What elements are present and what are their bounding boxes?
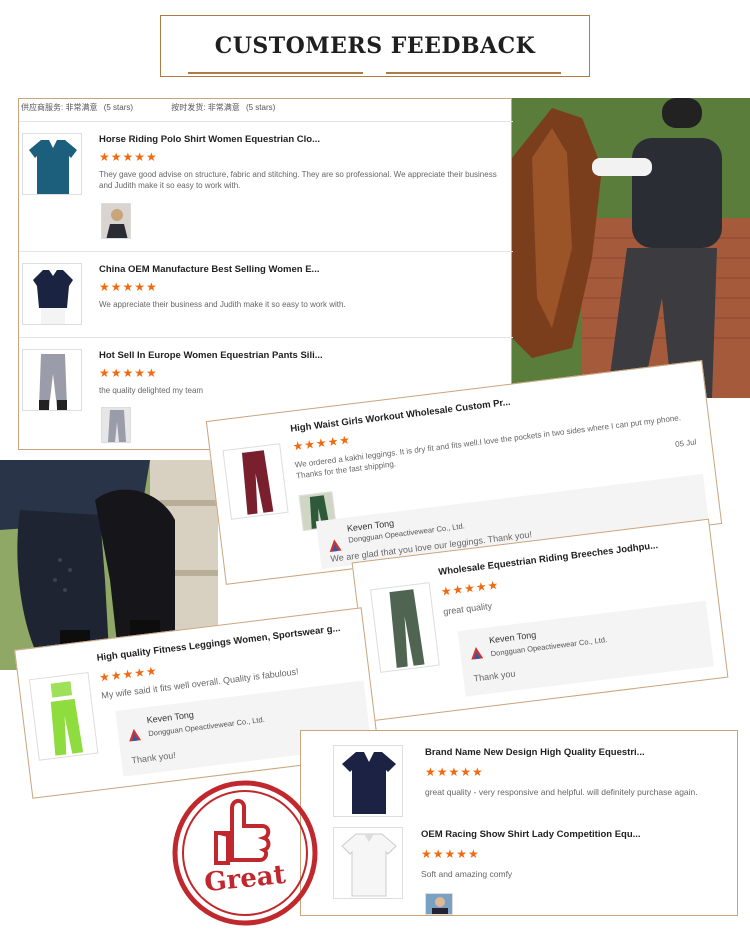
supplier-logo-icon [126,726,144,744]
review-text: They gave good advise on structure, fabr… [99,170,497,190]
review-date: 05 Jul [674,437,697,450]
star-rating: ★★★★★ [99,280,158,294]
supplier-rating-stars: (5 stars) [103,103,134,112]
delivery-rating: 按时发货: 非常满意 [171,103,240,112]
product-thumbnail[interactable] [222,443,289,520]
page-title: CUSTOMERS FEEDBACK [214,33,536,59]
star-rating: ★★★★★ [421,847,480,861]
divider [19,337,513,338]
photo-rider-horse [512,98,750,398]
product-thumbnail[interactable] [370,582,440,673]
star-rating: ★★★★★ [99,366,158,380]
reply-author: Keven Tong [488,629,537,646]
product-thumbnail[interactable] [22,133,82,195]
product-thumbnail[interactable] [22,263,82,325]
review-photo[interactable] [101,203,131,239]
product-title[interactable]: OEM Racing Show Shirt Lady Competition E… [421,829,721,840]
supplier-rating: 供应商服务: 非常满意 [21,103,98,112]
header-underline-left [188,72,363,74]
product-thumbnail[interactable] [28,672,99,761]
review-text: We appreciate their business and Judith … [99,300,346,309]
rating-summary: 供应商服务: 非常满意 (5 stars) 按时发货: 非常满意 (5 star… [21,102,501,114]
product-title[interactable]: China OEM Manufacture Best Selling Women… [99,264,499,275]
product-thumbnail[interactable] [22,349,82,411]
product-thumbnail[interactable] [333,827,403,899]
product-title[interactable]: Brand Name New Design High Quality Eques… [425,747,725,758]
delivery-rating-stars: (5 stars) [245,103,276,112]
supplier-reply: Keven Tong Dongguan Opeactivewear Co., L… [457,600,714,697]
star-rating: ★★★★★ [425,765,484,779]
great-stamp: Great [170,778,320,928]
product-title[interactable]: Hot Sell In Europe Women Equestrian Pant… [99,350,499,361]
product-title[interactable]: Horse Riding Polo Shirt Women Equestrian… [99,134,499,145]
review-text: great quality - very responsive and help… [425,787,698,797]
review-card-5: Brand Name New Design High Quality Eques… [300,730,738,916]
reply-text: Thank you! [130,750,177,766]
product-thumbnail[interactable] [333,745,403,817]
review-text: Soft and amazing comfy [421,869,513,879]
header-underline-right [386,72,561,74]
star-rating: ★★★★★ [99,150,158,164]
supplier-logo-icon [468,644,486,662]
divider [19,251,513,252]
reply-author: Keven Tong [146,709,195,726]
review-photo[interactable] [101,407,131,443]
star-rating: ★★★★★ [439,577,501,599]
star-rating: ★★★★★ [291,432,352,454]
star-rating: ★★★★★ [98,663,159,685]
reply-text: Thank you [473,668,516,684]
divider [19,121,513,122]
review-photo[interactable] [425,893,453,915]
